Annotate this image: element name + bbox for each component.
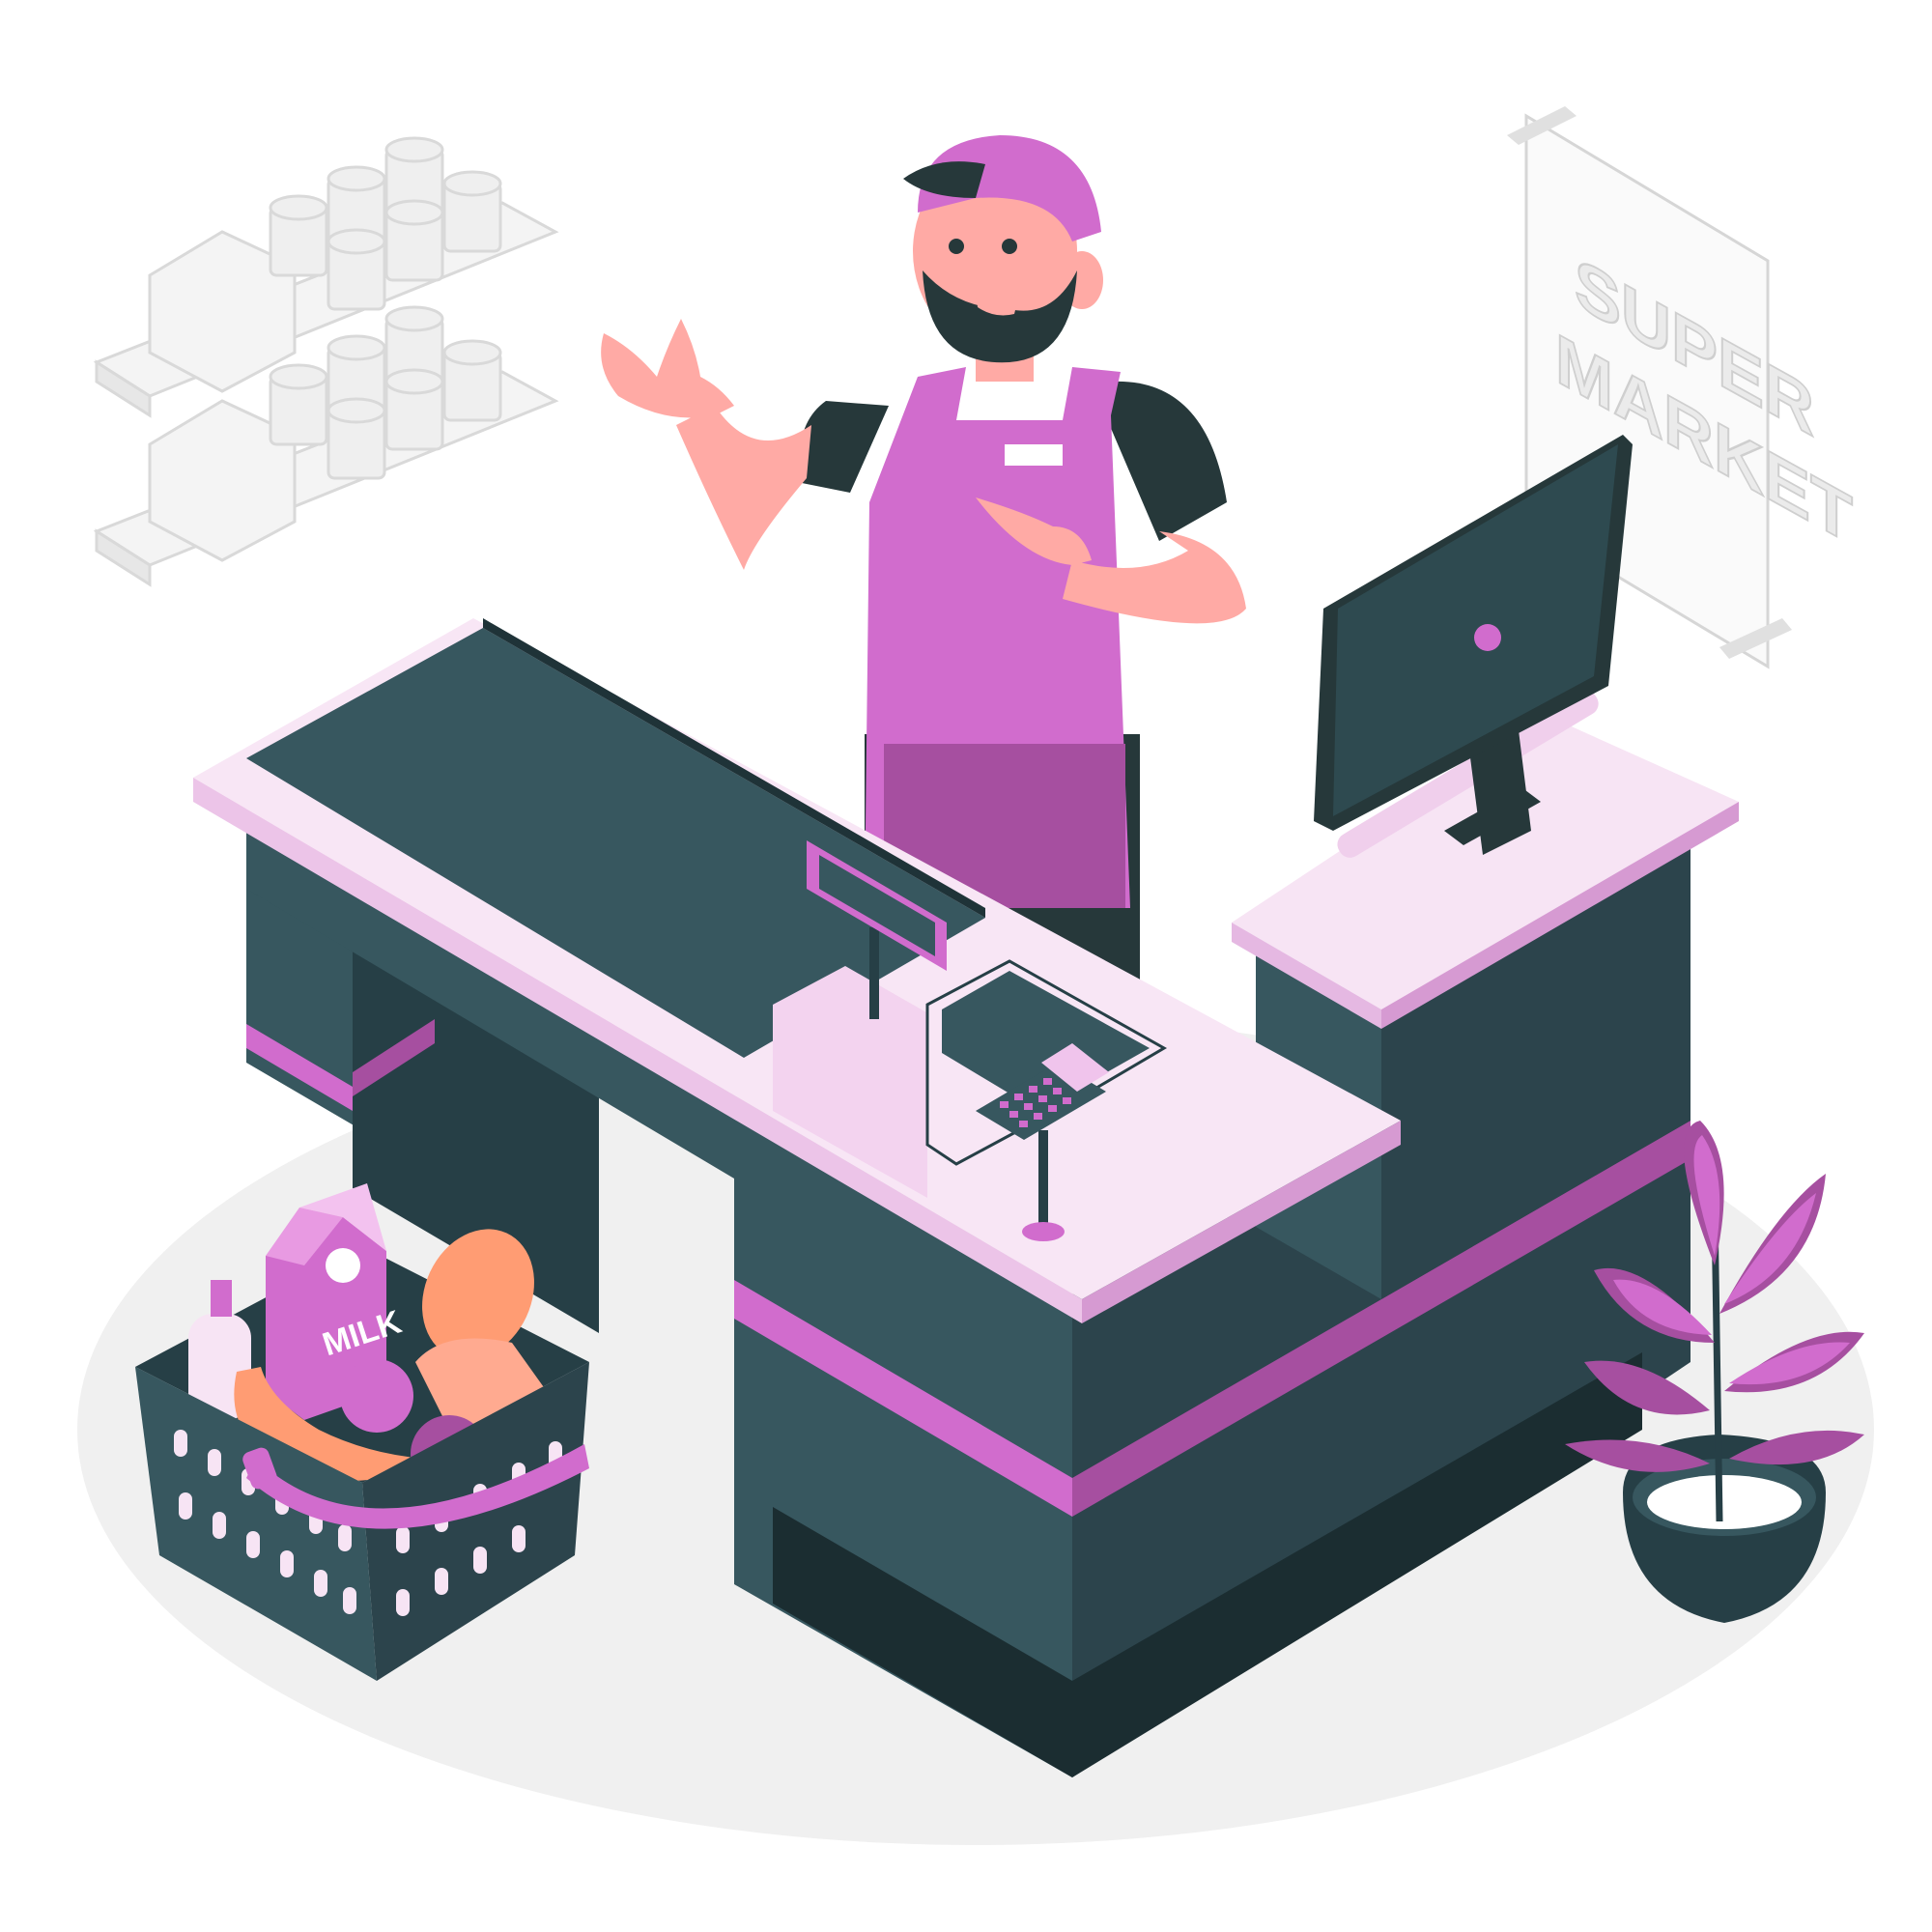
cashier-left-arm — [676, 406, 811, 570]
apple-1 — [340, 1359, 413, 1433]
cashier-left-hand — [601, 319, 734, 418]
supermarket-checkout-illustration: SUPER MARKET MILK — [77, 106, 1874, 1845]
background-shelf — [93, 136, 559, 587]
monitor-logo — [1474, 624, 1501, 651]
name-tag — [1005, 444, 1063, 466]
cap-brim — [903, 161, 985, 198]
